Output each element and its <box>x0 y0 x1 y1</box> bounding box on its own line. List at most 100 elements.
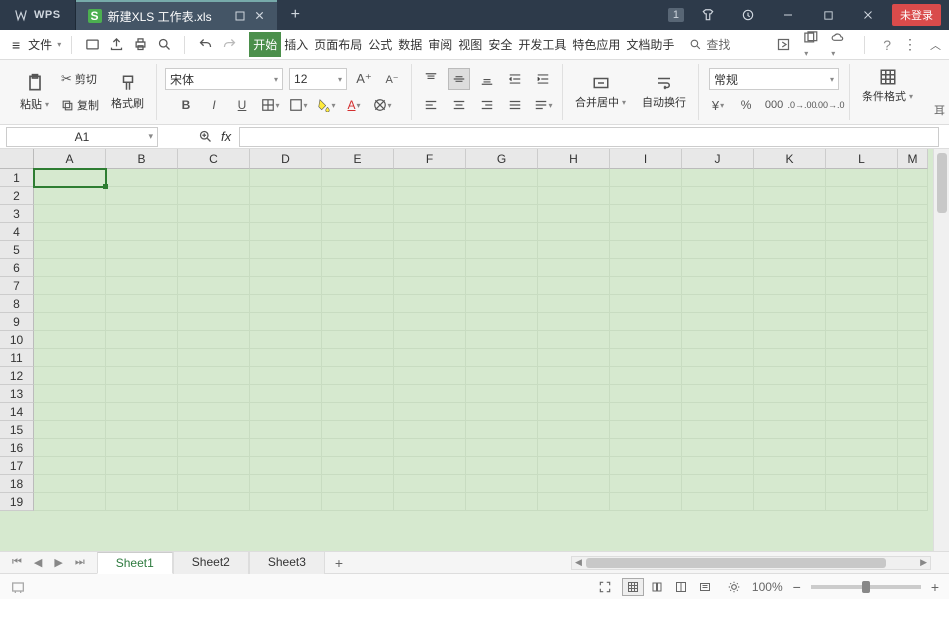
cell[interactable] <box>394 421 466 439</box>
cell[interactable] <box>610 421 682 439</box>
help-icon[interactable]: ? <box>883 37 891 53</box>
more-icon[interactable]: ⋮ <box>903 36 918 53</box>
cell[interactable] <box>178 385 250 403</box>
tab-menu-icon[interactable] <box>234 10 246 22</box>
cell[interactable] <box>34 313 106 331</box>
row-header[interactable]: 9 <box>0 313 34 331</box>
align-top-icon[interactable] <box>420 68 442 90</box>
cell[interactable] <box>394 331 466 349</box>
cell[interactable] <box>394 223 466 241</box>
cell[interactable] <box>106 457 178 475</box>
zoom-level[interactable]: 100% <box>752 580 783 594</box>
cell[interactable] <box>610 457 682 475</box>
cell[interactable] <box>754 385 826 403</box>
cell[interactable] <box>34 331 106 349</box>
cell[interactable] <box>394 385 466 403</box>
fill-style-button[interactable]: ▾ <box>287 94 309 116</box>
cell[interactable] <box>754 259 826 277</box>
cell[interactable] <box>826 439 898 457</box>
row-header[interactable]: 5 <box>0 241 34 259</box>
cell[interactable] <box>250 223 322 241</box>
cell[interactable] <box>898 331 928 349</box>
cell[interactable] <box>466 241 538 259</box>
cell[interactable] <box>178 223 250 241</box>
bold-button[interactable]: B <box>175 94 197 116</box>
orientation-icon[interactable]: ▾ <box>532 94 554 116</box>
cell[interactable] <box>34 187 106 205</box>
cell[interactable] <box>538 169 610 187</box>
cell[interactable] <box>826 241 898 259</box>
cell[interactable] <box>682 475 754 493</box>
clear-format-button[interactable]: ▾ <box>371 94 393 116</box>
cell[interactable] <box>682 457 754 475</box>
cell[interactable] <box>250 403 322 421</box>
merge-center-button[interactable]: 合并居中▾ <box>571 72 630 112</box>
col-header[interactable]: F <box>394 149 466 169</box>
cell[interactable] <box>106 241 178 259</box>
cell[interactable] <box>538 223 610 241</box>
col-header[interactable]: D <box>250 149 322 169</box>
tab-view[interactable]: 视图 <box>455 32 485 57</box>
cell[interactable] <box>682 421 754 439</box>
cell[interactable] <box>322 475 394 493</box>
cell[interactable] <box>538 241 610 259</box>
cell[interactable] <box>178 205 250 223</box>
cell[interactable] <box>34 475 106 493</box>
col-header[interactable]: I <box>610 149 682 169</box>
cell[interactable] <box>898 421 928 439</box>
cell[interactable] <box>178 169 250 187</box>
cell[interactable] <box>682 313 754 331</box>
cell[interactable] <box>466 259 538 277</box>
cell[interactable] <box>394 241 466 259</box>
cell[interactable] <box>538 457 610 475</box>
cell[interactable] <box>682 169 754 187</box>
cell[interactable] <box>466 169 538 187</box>
cell[interactable] <box>538 313 610 331</box>
cell[interactable] <box>466 403 538 421</box>
cell[interactable] <box>34 457 106 475</box>
cell[interactable] <box>898 277 928 295</box>
cell[interactable] <box>466 223 538 241</box>
cell[interactable] <box>106 187 178 205</box>
font-name-select[interactable]: 宋体▾ <box>165 68 283 90</box>
col-header[interactable]: M <box>898 149 928 169</box>
cell[interactable] <box>34 439 106 457</box>
open-icon[interactable] <box>82 35 102 55</box>
cell[interactable] <box>826 367 898 385</box>
cell[interactable] <box>466 493 538 511</box>
cell[interactable] <box>466 439 538 457</box>
cell[interactable] <box>538 295 610 313</box>
row-header[interactable]: 4 <box>0 223 34 241</box>
cell[interactable] <box>322 367 394 385</box>
cell[interactable] <box>898 241 928 259</box>
row-header[interactable]: 8 <box>0 295 34 313</box>
cell[interactable] <box>106 259 178 277</box>
cell[interactable] <box>898 169 928 187</box>
col-header[interactable]: K <box>754 149 826 169</box>
cell[interactable] <box>250 457 322 475</box>
cell[interactable] <box>250 241 322 259</box>
sheet-tab[interactable]: Sheet2 <box>173 552 249 574</box>
cell[interactable] <box>394 187 466 205</box>
tab-layout[interactable]: 页面布局 <box>311 32 365 57</box>
cell[interactable] <box>250 349 322 367</box>
cell[interactable] <box>322 439 394 457</box>
align-center-icon[interactable] <box>448 94 470 116</box>
cell[interactable] <box>178 367 250 385</box>
row-header[interactable]: 15 <box>0 421 34 439</box>
cell[interactable] <box>250 493 322 511</box>
cell[interactable] <box>682 205 754 223</box>
paste-button[interactable]: 粘贴▾ <box>16 70 53 114</box>
cell[interactable] <box>754 367 826 385</box>
cell[interactable] <box>610 331 682 349</box>
cell[interactable] <box>466 457 538 475</box>
font-size-select[interactable]: 12▾ <box>289 68 347 90</box>
zoom-out-button[interactable]: − <box>793 579 801 595</box>
cell[interactable] <box>682 403 754 421</box>
collapse-ribbon-icon[interactable]: ︿ <box>930 37 941 53</box>
cell[interactable] <box>178 421 250 439</box>
cell[interactable] <box>610 223 682 241</box>
sheet-last-icon[interactable]: ⏭ <box>71 556 89 569</box>
cell[interactable] <box>826 421 898 439</box>
font-color-button[interactable]: A▾ <box>343 94 365 116</box>
